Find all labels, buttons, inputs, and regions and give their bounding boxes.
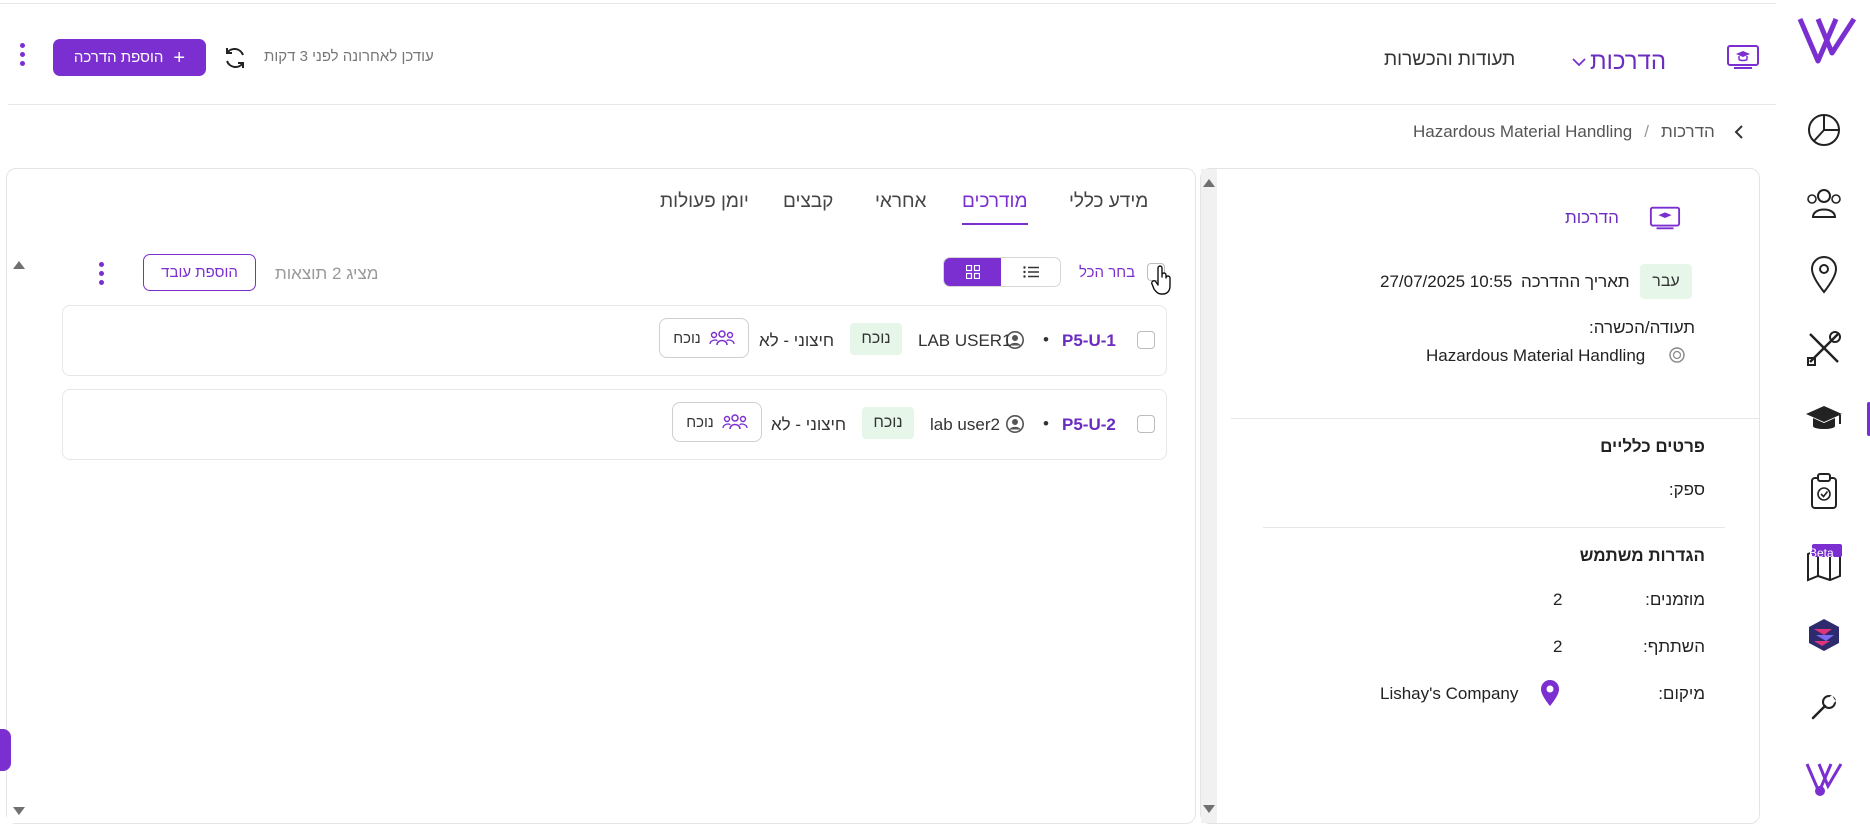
breadcrumb-current: Hazardous Material Handling — [1413, 122, 1633, 141]
training-monitor-icon — [1726, 44, 1760, 70]
details-panel: הדרכות עבר תאריך ההדרכה 27/07/2025 10:55… — [1200, 168, 1760, 824]
row-code[interactable]: P5-U-2 — [1062, 415, 1116, 435]
scroll-up-icon[interactable] — [1203, 179, 1215, 187]
user-settings-title: הגדרות משתמש — [1579, 546, 1705, 565]
breadcrumb-separator: / — [1644, 122, 1649, 141]
beta-badge: Beta — [1809, 546, 1834, 560]
row-code[interactable]: P5-U-1 — [1062, 331, 1116, 351]
map-icon[interactable]: Beta — [1799, 538, 1849, 588]
cert-value: Hazardous Material Handling — [1426, 346, 1646, 365]
view-toggle — [943, 257, 1061, 287]
divider — [1263, 527, 1725, 528]
user-avatar-icon — [1006, 415, 1024, 433]
group-icon — [722, 414, 748, 430]
hand-cursor-icon — [1150, 265, 1174, 295]
more-menu-button[interactable] — [20, 43, 25, 66]
dashboard-icon[interactable] — [1799, 105, 1849, 155]
select-all-label[interactable]: בחר הכל — [1079, 264, 1135, 281]
supplier-label: ספק: — [1668, 480, 1705, 499]
side-navigation: Beta — [1776, 0, 1870, 834]
row-checkbox[interactable] — [1137, 415, 1155, 433]
row-status-badge: נוכח — [862, 407, 914, 439]
header-divider — [8, 104, 1776, 105]
table-row[interactable]: P5-U-1 • LAB USER1 נוכח חיצוני - לא נוכח — [62, 305, 1167, 376]
location-value: Lishay's Company — [1380, 684, 1519, 703]
tab-trainees[interactable]: מודרכים — [962, 191, 1028, 225]
section-monitor-icon — [1649, 205, 1681, 231]
divider — [1231, 418, 1759, 419]
side-drawer-handle[interactable] — [0, 729, 11, 771]
participated-label: השתתף: — [1643, 637, 1705, 656]
grid-view-icon[interactable] — [944, 258, 1001, 286]
row-checkbox[interactable] — [1137, 331, 1155, 349]
refresh-icon[interactable] — [222, 45, 248, 71]
breadcrumb: Hazardous Material Handling / הדרכות — [1413, 122, 1745, 142]
cert-icon — [1669, 347, 1685, 363]
wrench-icon[interactable] — [1799, 682, 1849, 732]
v-logo-icon[interactable] — [1799, 753, 1849, 803]
layers-icon[interactable] — [1799, 610, 1849, 660]
details-section-title: הדרכות — [1565, 208, 1619, 227]
chevron-down-icon — [1572, 58, 1586, 67]
list-more-button[interactable] — [99, 262, 104, 285]
attendance-button[interactable]: נוכח — [672, 402, 762, 442]
users-icon[interactable] — [1799, 178, 1849, 228]
list-view-icon[interactable] — [1001, 258, 1060, 286]
row-external: חיצוני - לא — [759, 331, 835, 350]
status-badge: עבר — [1640, 264, 1692, 299]
attendance-label: נוכח — [673, 329, 701, 347]
tab-activity-log[interactable]: יומן פעולות — [660, 191, 749, 213]
cert-label: תעודה/הכשרה: — [1589, 318, 1695, 337]
location-pin-icon — [1540, 679, 1560, 707]
attendance-label: נוכח — [686, 413, 714, 431]
add-training-button[interactable]: הוספת הדרכה + — [53, 39, 206, 76]
breadcrumb-root[interactable]: הדרכות — [1661, 122, 1715, 142]
graduation-cap-icon[interactable] — [1799, 394, 1870, 444]
scroll-down-icon[interactable] — [13, 807, 25, 815]
main-panel: מידע כללי מודרכים אחראי קבצים יומן פעולו… — [6, 168, 1196, 824]
tab-general-info[interactable]: מידע כללי — [1069, 191, 1148, 213]
row-external: חיצוני - לא — [771, 415, 847, 434]
add-training-label: הוספת הדרכה — [73, 49, 164, 66]
invited-label: מוזמנים: — [1645, 590, 1705, 609]
location-label: מיקום: — [1658, 684, 1705, 703]
nav-trainings[interactable]: הדרכות — [1572, 48, 1666, 76]
scroll-up-icon[interactable] — [13, 261, 25, 269]
tools-icon[interactable] — [1799, 323, 1849, 373]
date-value: 27/07/2025 10:55 — [1380, 272, 1513, 291]
row-user-name: LAB USER1 — [918, 331, 1012, 350]
nav-trainings-label: הדרכות — [1590, 48, 1667, 75]
scroll-down-icon[interactable] — [1203, 805, 1215, 813]
chevron-left-icon[interactable] — [1733, 124, 1745, 140]
table-row[interactable]: P5-U-2 • lab user2 נוכח חיצוני - לא נוכח — [62, 389, 1167, 460]
add-worker-button[interactable]: הוספת עובד — [143, 254, 256, 291]
results-count: מציג 2 תוצאות — [275, 264, 379, 283]
clipboard-check-icon[interactable] — [1799, 466, 1849, 516]
row-status-badge: נוכח — [850, 323, 902, 355]
location-icon[interactable] — [1799, 250, 1849, 300]
last-updated-text: עודכן לאחרונה לפני 3 דקות — [264, 48, 434, 65]
top-border — [0, 3, 1776, 4]
row-user-name: lab user2 — [930, 415, 1000, 434]
invited-value: 2 — [1553, 590, 1563, 609]
date-label: תאריך ההדרכה — [1521, 272, 1630, 291]
plus-icon: + — [173, 46, 186, 69]
logo-icon[interactable] — [1792, 10, 1862, 70]
group-icon — [709, 330, 735, 346]
tab-responsible[interactable]: אחראי — [875, 191, 926, 213]
row-bullet: • — [1043, 414, 1049, 433]
details-scrollbar[interactable] — [1201, 169, 1217, 823]
participated-value: 2 — [1553, 637, 1563, 656]
nav-certifications[interactable]: תעודות והכשרות — [1384, 49, 1515, 71]
tab-files[interactable]: קבצים — [783, 191, 833, 213]
general-details-title: פרטים כלליים — [1600, 437, 1705, 456]
attendance-button[interactable]: נוכח — [659, 318, 749, 358]
row-bullet: • — [1043, 330, 1049, 349]
